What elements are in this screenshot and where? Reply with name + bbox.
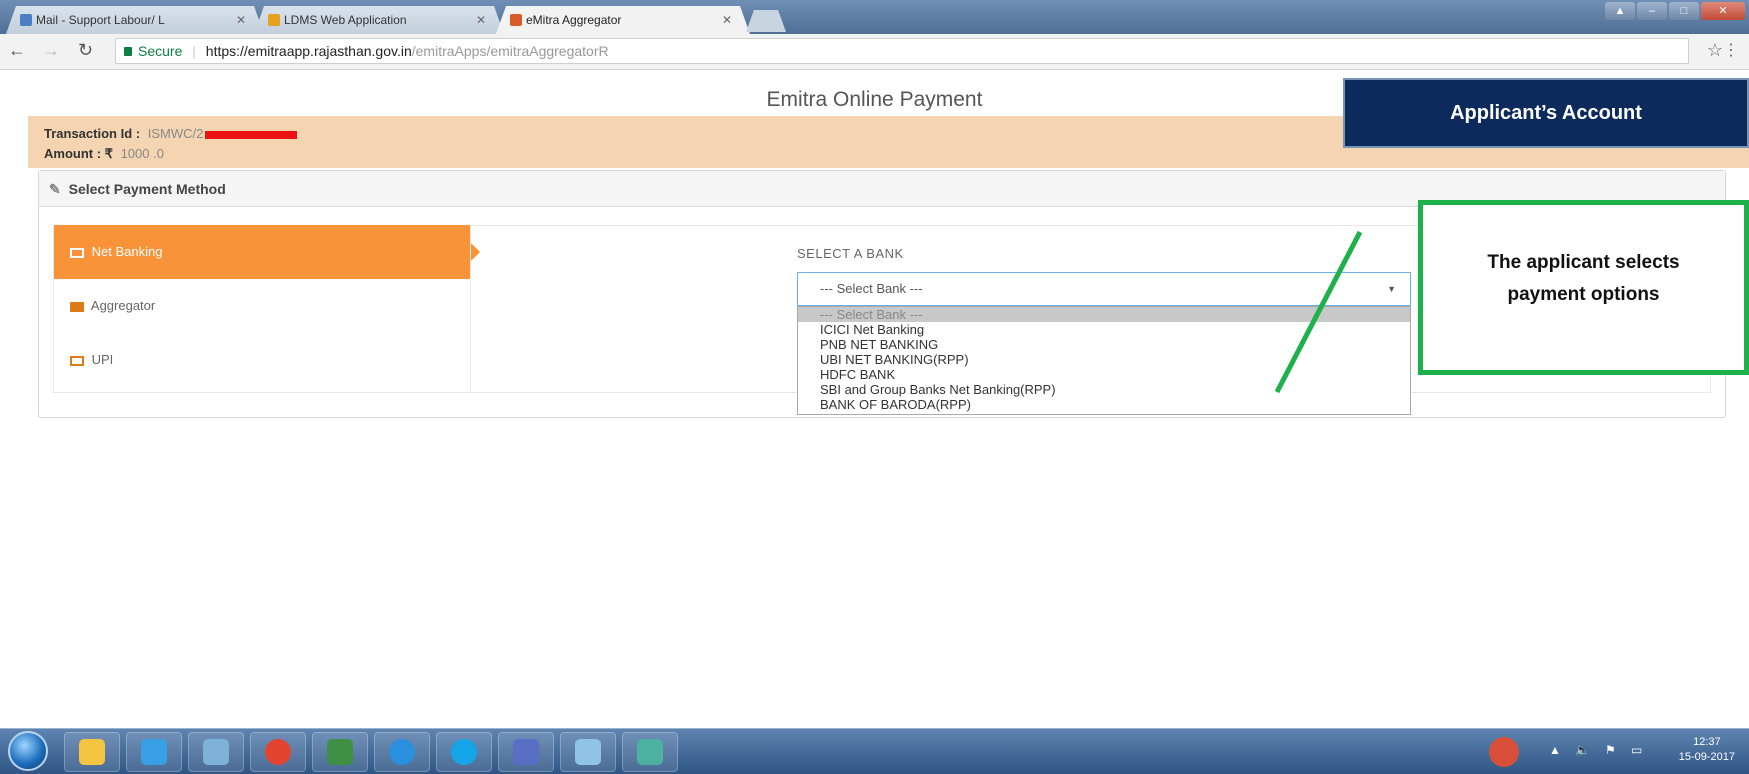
forward-arrow-icon[interactable]: → xyxy=(42,40,60,61)
app-icon xyxy=(637,739,663,765)
media-player-button[interactable] xyxy=(126,732,182,772)
excel-button[interactable] xyxy=(312,732,368,772)
method-label: Net Banking xyxy=(91,244,163,259)
excel-icon xyxy=(327,739,353,765)
method-upi[interactable]: UPI xyxy=(54,333,470,387)
close-icon[interactable]: ✕ xyxy=(722,6,732,34)
network-icon[interactable]: ▭ xyxy=(1631,743,1647,759)
bank-option[interactable]: ICICI Net Banking xyxy=(798,322,1410,337)
close-icon[interactable]: ✕ xyxy=(236,6,246,34)
app-button[interactable] xyxy=(498,732,554,772)
app-button[interactable] xyxy=(622,732,678,772)
tray-app-icon[interactable] xyxy=(1489,737,1519,767)
lock-icon xyxy=(124,47,132,56)
ie-button[interactable] xyxy=(374,732,430,772)
bank-icon xyxy=(70,301,84,312)
skype-button[interactable] xyxy=(436,732,492,772)
bank-option[interactable]: UBI NET BANKING(RPP) xyxy=(798,352,1410,367)
divider xyxy=(470,226,471,392)
url-host: https://emitraapp.rajasthan.gov.in xyxy=(205,43,412,59)
app-icon xyxy=(513,739,539,765)
bank-label: SELECT A BANK xyxy=(797,246,904,261)
bank-dropdown: --- Select Bank --- ICICI Net Banking PN… xyxy=(797,306,1411,415)
clock-time: 12:37 xyxy=(1693,736,1721,748)
tab-ldms[interactable]: LDMS Web Application ✕ xyxy=(254,6,504,34)
volume-icon[interactable]: 🔈 xyxy=(1575,743,1591,759)
tab-emitra[interactable]: eMitra Aggregator ✕ xyxy=(496,6,750,34)
chrome-button[interactable] xyxy=(250,732,306,772)
emitra-icon xyxy=(510,14,522,26)
bank-option[interactable]: --- Select Bank --- xyxy=(798,307,1410,322)
show-hidden-icon[interactable]: ▲ xyxy=(1549,743,1565,759)
maximize-button[interactable]: □ xyxy=(1669,2,1699,20)
window-controls: ▲ – □ ✕ xyxy=(1603,2,1745,20)
back-arrow-icon[interactable]: ← xyxy=(8,40,26,61)
windows-taskbar: ▲ 🔈 ⚑ ▭ 12:37 15-09-2017 xyxy=(0,728,1749,774)
bank-select[interactable]: --- Select Bank --- ▼ xyxy=(797,272,1411,306)
upi-icon xyxy=(70,355,84,366)
bank-option[interactable]: HDFC BANK xyxy=(798,367,1410,382)
secure-label: Secure xyxy=(138,43,183,59)
callout-line-1: The applicant selects xyxy=(1487,252,1680,273)
folder-icon xyxy=(79,739,105,765)
callout-box: The applicant selects payment options xyxy=(1418,200,1749,375)
mail-icon xyxy=(20,14,32,26)
app-button[interactable] xyxy=(560,732,616,772)
bank-option[interactable]: BANK OF BARODA(RPP) xyxy=(798,397,1410,412)
new-tab-button[interactable] xyxy=(746,10,786,32)
url-input[interactable]: Secure | https://emitraapp.rajasthan.gov… xyxy=(115,38,1689,64)
flag-icon[interactable]: ⚑ xyxy=(1605,743,1621,759)
media-icon xyxy=(141,739,167,765)
browser-titlebar: Mail - Support Labour/ L ✕ LDMS Web Appl… xyxy=(0,0,1749,34)
method-label: Aggregator xyxy=(90,298,156,313)
app-icon xyxy=(575,739,601,765)
callout-line-2: payment options xyxy=(1507,284,1660,305)
method-label: UPI xyxy=(91,352,114,367)
tab-mail[interactable]: Mail - Support Labour/ L ✕ xyxy=(6,6,264,34)
method-aggregator[interactable]: Aggregator xyxy=(54,279,470,333)
close-window-button[interactable]: ✕ xyxy=(1701,2,1745,20)
menu-icon[interactable]: ⋮ xyxy=(1723,40,1739,60)
bank-option[interactable]: PNB NET BANKING xyxy=(798,337,1410,352)
method-net-banking[interactable]: Net Banking xyxy=(54,225,480,279)
close-icon[interactable]: ✕ xyxy=(476,6,486,34)
minimize-button[interactable]: – xyxy=(1637,2,1667,20)
app-button[interactable] xyxy=(188,732,244,772)
amount-label: Amount : ₹ xyxy=(44,146,113,161)
applicant-account-label: Applicant’s Account xyxy=(1343,78,1749,148)
explorer-button[interactable] xyxy=(64,732,120,772)
panel-title: Select Payment Method xyxy=(68,181,226,197)
ldms-icon xyxy=(268,14,280,26)
url-path: /emitraApps/emitraAggregatorR xyxy=(411,43,609,59)
redaction-mark xyxy=(205,130,298,139)
tab-label: Mail - Support Labour/ L xyxy=(36,13,165,27)
system-tray: ▲ 🔈 ⚑ ▭ 12:37 15-09-2017 xyxy=(1479,729,1749,774)
user-icon[interactable]: ▲ xyxy=(1605,2,1635,20)
amount-value: 1000 .0 xyxy=(120,146,164,161)
transaction-value: ISMWC/2 xyxy=(147,126,204,141)
chrome-icon xyxy=(265,739,291,765)
transaction-label: Transaction Id : xyxy=(44,126,141,141)
caret-down-icon: ▼ xyxy=(1387,284,1396,294)
start-button[interactable] xyxy=(8,731,48,771)
bank-option[interactable]: SBI and Group Banks Net Banking(RPP) xyxy=(798,382,1410,397)
card-icon xyxy=(70,247,84,258)
bookmark-star-icon[interactable]: ☆ xyxy=(1707,40,1723,61)
tab-label: LDMS Web Application xyxy=(284,13,407,27)
tab-label: eMitra Aggregator xyxy=(526,13,622,27)
clock[interactable]: 12:37 15-09-2017 xyxy=(1679,735,1735,765)
reload-icon[interactable]: ↻ xyxy=(78,40,93,61)
bank-selected-value: --- Select Bank --- xyxy=(820,281,923,296)
ie-icon xyxy=(389,739,415,765)
address-bar: ← → ↻ Secure | https://emitraapp.rajasth… xyxy=(0,34,1749,70)
skype-icon xyxy=(451,739,477,765)
edit-icon: ✎ xyxy=(49,181,61,197)
clock-date: 15-09-2017 xyxy=(1678,751,1735,763)
app-icon xyxy=(203,739,229,765)
